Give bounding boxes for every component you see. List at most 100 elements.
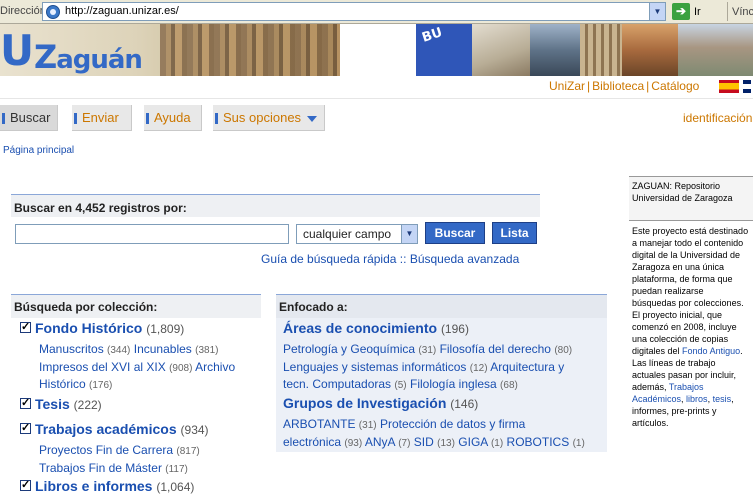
go-arrow-icon[interactable]: ➔ — [672, 3, 690, 20]
list-button[interactable]: Lista — [492, 222, 537, 244]
link-unizar[interactable]: UniZar — [549, 79, 585, 93]
ie-page-icon — [46, 5, 60, 19]
focus-row: electrónica (93) ANyA (7) SID (13) GIGA … — [283, 435, 585, 449]
banner-photo-manuscript — [472, 24, 530, 76]
browser-address-bar: Dirección http://zaguan.unizar.es/ ▼ ➔ I… — [0, 0, 753, 24]
field-select[interactable]: cualquier campo ▼ — [296, 224, 418, 244]
subcollection-pfc[interactable]: Proyectos Fin de Carrera — [39, 443, 173, 457]
focused-panel: Enfocado a: Áreas de conocimiento (196) … — [276, 294, 607, 452]
links-separator: :: — [399, 252, 407, 266]
link-catalogo[interactable]: Catálogo — [651, 79, 699, 93]
nav-enviar[interactable]: Enviar — [72, 105, 132, 131]
subcollection-manuscritos[interactable]: Manuscritos — [39, 342, 104, 356]
areas-count: (196) — [440, 322, 469, 336]
search-help-links: Guía de búsqueda rápida :: Búsqueda avan… — [261, 252, 519, 266]
site-logo[interactable]: U Zaguán — [0, 24, 340, 76]
address-label: Dirección — [0, 5, 46, 17]
main-nav: Buscar Enviar Ayuda Sus opciones — [0, 98, 753, 138]
search-input[interactable] — [15, 224, 289, 244]
group-anya[interactable]: ANyA — [365, 435, 395, 449]
nav-ayuda[interactable]: Ayuda — [144, 105, 202, 131]
site-banner: U Zaguán BU — [0, 24, 753, 76]
top-links: UniZar | Biblioteca | Catálogo — [549, 79, 700, 93]
link-libros[interactable]: libros — [686, 394, 708, 404]
collection-count: (222) — [73, 398, 102, 412]
search-button[interactable]: Buscar — [425, 222, 485, 244]
area-count: (80) — [554, 345, 573, 356]
links-label[interactable]: Vínculos — [732, 6, 753, 18]
link-fondo-antiguo[interactable]: Fondo Antiguo — [682, 346, 740, 356]
advanced-search-link[interactable]: Búsqueda avanzada — [410, 252, 519, 266]
collection-trabajos-academicos[interactable]: Trabajos académicos (934) — [20, 421, 209, 437]
area-petrologia[interactable]: Petrología y Geoquímica — [283, 342, 415, 356]
groups-count: (146) — [450, 397, 479, 411]
subcollection-count: (176) — [89, 380, 113, 391]
subcollection-row: Manuscritos (344) Incunables (381) — [39, 342, 218, 356]
english-flag-icon[interactable] — [743, 80, 753, 93]
subcollection-row: Histórico (176) — [39, 377, 112, 391]
group-giga[interactable]: GIGA — [458, 435, 487, 449]
group-count: (7) — [398, 438, 411, 449]
subcollection-impresos[interactable]: Impresos del XVI al XIX — [39, 360, 166, 374]
area-arquitectura-cont[interactable]: tecn. Computadoras — [283, 377, 391, 391]
nav-buscar[interactable]: Buscar — [0, 105, 58, 131]
subcollection-archivo[interactable]: Archivo — [195, 360, 235, 374]
group-robotics[interactable]: ROBOTICS — [507, 435, 570, 449]
toolbar-divider — [727, 2, 728, 21]
area-arquitectura[interactable]: Arquitectura y — [490, 360, 564, 374]
login-link[interactable]: identificación — [683, 111, 752, 125]
address-input[interactable]: http://zaguan.unizar.es/ ▼ — [42, 2, 666, 21]
group-arbotante[interactable]: ARBOTANTE — [283, 417, 355, 431]
nav-sus-opciones[interactable]: Sus opciones — [213, 105, 325, 131]
banner-photo-text: BU — [420, 25, 445, 46]
spanish-flag-icon[interactable] — [719, 80, 739, 93]
collection-title[interactable]: Tesis — [35, 396, 70, 412]
area-lenguajes[interactable]: Lenguajes y sistemas informáticos — [283, 360, 466, 374]
focus-row: Lenguajes y sistemas informáticos (12) A… — [283, 360, 564, 374]
group-count: (13) — [437, 438, 455, 449]
collections-panel: Búsqueda por colección: — [11, 294, 261, 318]
areas-heading[interactable]: Áreas de conocimiento (196) — [283, 320, 469, 336]
collection-title[interactable]: Trabajos académicos — [35, 421, 177, 437]
group-count: (31) — [358, 420, 377, 431]
subcollection-tfm[interactable]: Trabajos Fin de Máster — [39, 461, 162, 475]
collection-title[interactable]: Libros e informes — [35, 478, 152, 494]
area-count: (5) — [394, 380, 407, 391]
groups-heading[interactable]: Grupos de Investigación (146) — [283, 395, 478, 411]
link-tesis[interactable]: tesis — [713, 394, 732, 404]
collections-heading: Búsqueda por colección: — [11, 294, 261, 318]
logo-z: Z — [34, 38, 57, 76]
focus-row: ARBOTANTE (31) Protección de datos y fir… — [283, 417, 525, 431]
area-filologia[interactable]: Filología inglesa — [410, 377, 497, 391]
chevron-down-icon[interactable]: ▼ — [401, 225, 417, 243]
collection-libros-informes[interactable]: Libros e informes (1,064) — [20, 478, 194, 494]
go-button-label[interactable]: Ir — [694, 6, 701, 18]
subcollection-archivo-historico[interactable]: Histórico — [39, 377, 86, 391]
banner-photo-strip: BU — [404, 24, 753, 76]
group-count: (1) — [572, 438, 585, 449]
subcollection-incunables[interactable]: Incunables — [134, 342, 192, 356]
subcollection-count: (817) — [176, 446, 200, 457]
collection-tesis[interactable]: Tesis (222) — [20, 396, 102, 412]
checkbox-checked[interactable] — [20, 478, 31, 491]
nav-sus-opciones-label: Sus opciones — [223, 110, 302, 125]
groups-title[interactable]: Grupos de Investigación — [283, 395, 446, 411]
checkbox-checked[interactable] — [20, 421, 31, 434]
logo-u: U — [0, 26, 34, 75]
collection-title[interactable]: Fondo Histórico — [35, 320, 142, 336]
chevron-down-icon[interactable]: ▼ — [649, 3, 665, 20]
subcollection-count: (381) — [195, 345, 219, 356]
areas-title[interactable]: Áreas de conocimiento — [283, 320, 437, 336]
area-filosofia[interactable]: Filosofía del derecho — [440, 342, 551, 356]
checkbox-checked[interactable] — [20, 396, 31, 409]
quick-search-guide-link[interactable]: Guía de búsqueda rápida — [261, 252, 396, 266]
group-proteccion[interactable]: Protección de datos y firma — [380, 417, 525, 431]
field-select-value: cualquier campo — [303, 227, 392, 241]
area-count: (31) — [418, 345, 437, 356]
collection-fondo-historico[interactable]: Fondo Histórico (1,809) — [20, 320, 184, 336]
breadcrumb[interactable]: Página principal — [3, 145, 74, 156]
checkbox-checked[interactable] — [20, 320, 31, 333]
group-sid[interactable]: SID — [414, 435, 434, 449]
group-proteccion-cont[interactable]: electrónica — [283, 435, 341, 449]
link-biblioteca[interactable]: Biblioteca — [592, 79, 644, 93]
